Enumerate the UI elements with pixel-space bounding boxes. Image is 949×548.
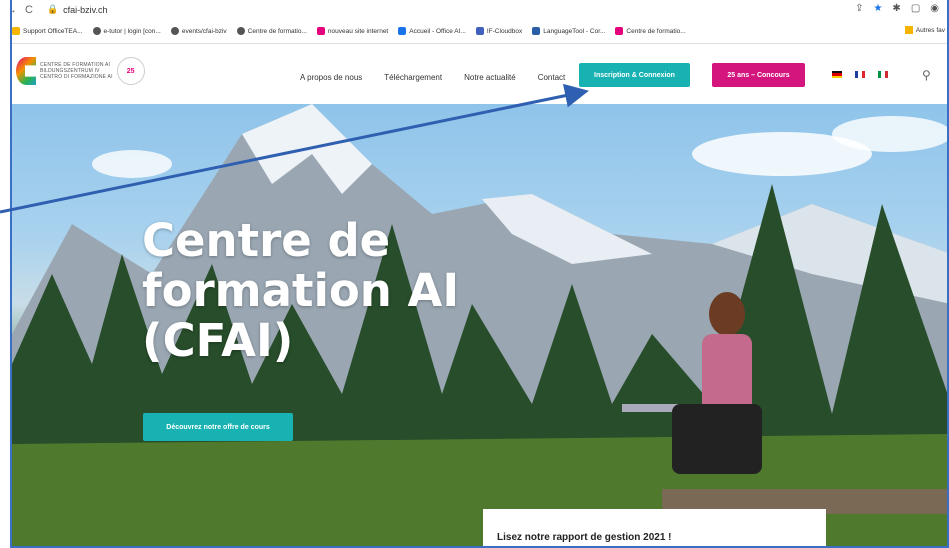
- bookmarks-bar: Support OfficeTEA... e-tutor | login [co…: [12, 19, 947, 44]
- bookmark-item[interactable]: e-tutor | login [con...: [92, 27, 161, 35]
- folder-icon: [904, 26, 913, 34]
- bookmark-item[interactable]: IF-Cloudbox: [475, 27, 522, 35]
- office-icon: [398, 27, 407, 35]
- browser-actions: ⇪ ★ ✱ ▢ ◉: [855, 3, 939, 14]
- reload-icon[interactable]: C: [25, 4, 33, 16]
- globe-icon: [236, 27, 245, 35]
- menu-item-downloads[interactable]: Téléchargement: [384, 73, 442, 82]
- site-logo[interactable]: CENTRE DE FORMATION AI BILDUNGSZENTRUM I…: [16, 57, 145, 85]
- globe-icon: [92, 27, 101, 35]
- bookmark-item[interactable]: nouveau site internet: [316, 27, 388, 35]
- cfai-icon: [615, 27, 624, 35]
- url-field[interactable]: 🔒 cfai-bziv.ch: [47, 4, 108, 15]
- hero-banner: Centre de formation AI (CFAI) Découvrez …: [12, 104, 947, 546]
- address-bar: → C 🔒 cfai-bziv.ch ⇪ ★ ✱ ▢ ◉: [12, 0, 947, 19]
- logo-text: CENTRE DE FORMATION AI BILDUNGSZENTRUM I…: [40, 62, 113, 80]
- main-menu: A propos de nous Téléchargement Notre ac…: [300, 73, 587, 82]
- forward-icon[interactable]: →: [12, 4, 17, 16]
- report-card-title: Lisez notre rapport de gestion 2021 !: [497, 532, 672, 543]
- contest-button[interactable]: 25 ans – Concours: [712, 63, 805, 87]
- hero-title: Centre de formation AI (CFAI): [142, 214, 460, 367]
- menu-item-about[interactable]: A propos de nous: [300, 73, 362, 82]
- folder-icon: [12, 27, 20, 35]
- bookmark-item[interactable]: events/cfai-bziv: [170, 27, 227, 35]
- bookmark-item[interactable]: Centre de formatio...: [615, 27, 686, 35]
- cloud-icon: [475, 27, 484, 35]
- bookmark-item[interactable]: Centre de formatio...: [236, 27, 307, 35]
- globe-icon: [170, 27, 179, 35]
- bookmark-item[interactable]: LanguageTool - Cor...: [532, 27, 605, 35]
- star-icon[interactable]: ★: [873, 3, 882, 14]
- share-icon[interactable]: ⇪: [855, 3, 863, 14]
- extensions-icon[interactable]: ✱: [892, 3, 900, 14]
- language-switcher: [832, 71, 888, 78]
- login-button[interactable]: Inscription & Connexion: [579, 63, 690, 87]
- bookmark-item[interactable]: Support OfficeTEA...: [12, 27, 83, 35]
- window-icon[interactable]: ▢: [911, 3, 920, 14]
- anniversary-badge: 25: [116, 57, 145, 85]
- logo-mark: [16, 57, 36, 85]
- site-header: CENTRE DE FORMATION AI BILDUNGSZENTRUM I…: [12, 46, 947, 104]
- report-card[interactable]: Lisez notre rapport de gestion 2021 !: [483, 509, 826, 546]
- cfai-icon: [316, 27, 325, 35]
- flag-de-icon[interactable]: [832, 71, 842, 78]
- url-text: cfai-bziv.ch: [63, 4, 108, 15]
- nav-buttons: → C: [12, 4, 33, 16]
- browser-window: → C 🔒 cfai-bziv.ch ⇪ ★ ✱ ▢ ◉ Support Off…: [10, 0, 949, 548]
- search-icon[interactable]: ⚲: [922, 68, 931, 82]
- profile-icon[interactable]: ◉: [930, 3, 939, 14]
- other-bookmarks[interactable]: Autres fav: [904, 26, 945, 34]
- lock-icon: 🔒: [46, 4, 59, 14]
- menu-item-contact[interactable]: Contact: [538, 73, 566, 82]
- flag-fr-icon[interactable]: [855, 71, 865, 78]
- bookmark-item[interactable]: Accueil - Office AI...: [398, 27, 466, 35]
- flag-it-icon[interactable]: [878, 71, 888, 78]
- courses-cta-button[interactable]: Découvrez notre offre de cours: [143, 413, 293, 441]
- languagetool-icon: [532, 27, 541, 35]
- menu-item-news[interactable]: Notre actualité: [464, 73, 516, 82]
